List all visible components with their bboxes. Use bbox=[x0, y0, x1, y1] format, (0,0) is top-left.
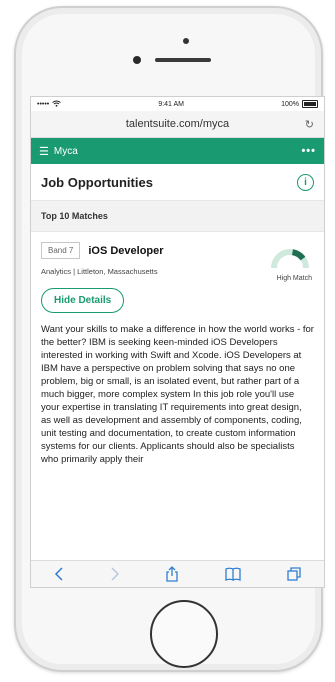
reload-icon[interactable]: ↻ bbox=[305, 118, 314, 131]
sensor-dot bbox=[183, 38, 189, 44]
bookmarks-icon[interactable] bbox=[225, 567, 241, 581]
back-icon[interactable] bbox=[54, 567, 64, 581]
url-text: talentsuite.com/myca bbox=[125, 118, 230, 130]
job-description: Want your skills to make a difference in… bbox=[41, 324, 314, 465]
app-header: ☰ Myca ••• bbox=[31, 138, 324, 164]
speaker-grill bbox=[155, 58, 211, 62]
hide-details-button[interactable]: Hide Details bbox=[41, 288, 125, 313]
band-badge: Band 7 bbox=[41, 242, 81, 259]
home-button[interactable] bbox=[150, 600, 218, 668]
gauge-icon bbox=[271, 249, 309, 269]
page-header: Job Opportunities i bbox=[31, 164, 324, 201]
job-title[interactable]: iOS Developer bbox=[88, 245, 163, 257]
forward-icon[interactable] bbox=[110, 567, 120, 581]
more-options-button[interactable]: ••• bbox=[301, 145, 316, 157]
wifi-icon bbox=[52, 100, 62, 109]
page-title: Job Opportunities bbox=[41, 174, 153, 190]
battery-icon bbox=[301, 100, 318, 108]
job-card[interactable]: Band 7 iOS Developer Analytics | Littlet… bbox=[31, 232, 324, 282]
battery-percent: 100% bbox=[281, 100, 299, 108]
share-icon[interactable] bbox=[165, 566, 179, 582]
status-time: 9:41 AM bbox=[158, 100, 185, 108]
browser-toolbar bbox=[31, 560, 324, 587]
phone-screen: ••••• 9:41 AM 100% talentsuite.com/myca … bbox=[30, 96, 325, 588]
signal-indicator: ••••• bbox=[37, 100, 50, 108]
info-icon[interactable]: i bbox=[297, 173, 314, 191]
address-bar[interactable]: talentsuite.com/myca ↻ bbox=[31, 111, 324, 138]
front-camera bbox=[133, 56, 141, 64]
section-header: Top 10 Matches bbox=[31, 201, 324, 232]
menu-icon[interactable]: ☰ bbox=[39, 145, 49, 158]
section-title: Top 10 Matches bbox=[41, 211, 108, 221]
match-label: High Match bbox=[276, 275, 312, 282]
tabs-icon[interactable] bbox=[287, 567, 301, 581]
status-bar: ••••• 9:41 AM 100% bbox=[31, 97, 324, 111]
app-name: Myca bbox=[53, 145, 78, 157]
match-gauge: High Match bbox=[268, 242, 312, 282]
